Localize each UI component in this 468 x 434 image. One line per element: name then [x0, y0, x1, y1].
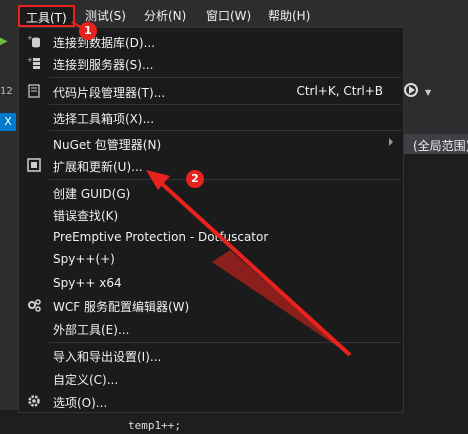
extensions-icon	[27, 158, 41, 172]
code-line: temp1++;	[128, 419, 181, 432]
menu-item-label: 错误查找(K)	[53, 209, 119, 223]
menu-separator	[49, 77, 401, 78]
menu-item-options[interactable]: 选项(O)...	[19, 390, 403, 412]
menu-item-label: WCF 服务配置编辑器(W)	[53, 300, 190, 314]
menu-analyze[interactable]: 分析(N)	[144, 7, 186, 25]
menu-item-wcf-editor[interactable]: WCF 服务配置编辑器(W)	[19, 294, 403, 316]
menu-separator	[49, 342, 401, 343]
menu-item-label: Spy++(+)	[53, 252, 115, 266]
menu-item-external-tools[interactable]: 外部工具(E)...	[19, 317, 403, 339]
menu-item-dotfuscator[interactable]: PreEmptive Protection - Dotfuscator	[19, 226, 403, 248]
run-arrow-icon: ▶	[0, 36, 8, 47]
options-gear-icon	[28, 395, 40, 407]
line-fragment: 12	[0, 86, 13, 97]
menu-item-spy[interactable]: Spy++(+)	[19, 248, 403, 270]
menu-item-snippet-manager[interactable]: 代码片段管理器(T)... Ctrl+K, Ctrl+B	[19, 80, 403, 102]
menu-item-label: 连接到数据库(D)...	[53, 36, 156, 50]
editor-area-right	[404, 154, 468, 410]
menu-item-label: 连接到服务器(S)...	[53, 58, 154, 72]
scope-label: (全局范围)	[413, 139, 468, 153]
snippet-manager-icon	[28, 84, 40, 98]
wcf-gears-icon	[28, 299, 41, 312]
menu-item-label: 选择工具箱项(X)...	[53, 112, 155, 126]
menu-item-connect-database[interactable]: + 连接到数据库(D)...	[19, 30, 403, 52]
menu-window[interactable]: 窗口(W)	[206, 7, 251, 25]
menu-item-nuget[interactable]: NuGet 包管理器(N)	[19, 132, 403, 154]
menu-item-label: PreEmptive Protection - Dotfuscator	[53, 230, 269, 244]
menu-item-label: 创建 GUID(G)	[53, 187, 131, 201]
svg-text:+: +	[27, 56, 33, 64]
menu-item-error-lookup[interactable]: 错误查找(K)	[19, 203, 403, 225]
server-connect-icon: +	[27, 56, 40, 69]
menu-item-label: 外部工具(E)...	[53, 323, 130, 337]
database-connect-icon: +	[27, 34, 40, 48]
menu-item-choose-toolbox[interactable]: 选择工具箱项(X)...	[19, 106, 403, 128]
menu-item-connect-server[interactable]: + 连接到服务器(S)...	[19, 52, 403, 74]
tools-dropdown-menu: + 连接到数据库(D)... + 连接到服务器(S)... 代码片段管理器(T)…	[18, 27, 404, 413]
menu-item-label: 扩展和更新(U)...	[53, 160, 143, 174]
step-badge-1: 1	[79, 22, 97, 40]
close-tab-icon[interactable]: X	[0, 113, 16, 131]
menu-separator	[49, 179, 401, 180]
menu-item-create-guid[interactable]: 创建 GUID(G)	[19, 181, 403, 203]
dropdown-arrow-icon[interactable]: ▼	[425, 88, 431, 97]
menu-item-import-export[interactable]: 导入和导出设置(I)...	[19, 344, 403, 366]
menu-separator	[49, 104, 401, 105]
menu-item-label: 代码片段管理器(T)...	[53, 86, 166, 100]
menu-item-label: 选项(O)...	[53, 396, 108, 410]
start-debug-icon[interactable]	[404, 83, 418, 97]
menu-help[interactable]: 帮助(H)	[268, 7, 310, 25]
menu-separator	[49, 130, 401, 131]
menu-item-label: 自定义(C)...	[53, 373, 119, 387]
menu-item-label: NuGet 包管理器(N)	[53, 138, 162, 152]
menu-item-label: 导入和导出设置(I)...	[53, 350, 162, 364]
menu-tools[interactable]: 工具(T)	[18, 5, 75, 27]
submenu-arrow-icon	[389, 138, 393, 146]
menu-item-extensions[interactable]: 扩展和更新(U)...	[19, 154, 403, 176]
editor-area-bottom	[0, 410, 468, 434]
menu-item-spy-x64[interactable]: Spy++ x64	[19, 272, 403, 294]
menu-bar: 工具(T) 测试(S) 分析(N) 窗口(W) 帮助(H)	[0, 0, 468, 30]
menu-item-shortcut: Ctrl+K, Ctrl+B	[296, 84, 383, 98]
step-badge-2: 2	[186, 170, 204, 188]
menu-item-label: Spy++ x64	[53, 276, 122, 290]
menu-item-customize[interactable]: 自定义(C)...	[19, 367, 403, 389]
